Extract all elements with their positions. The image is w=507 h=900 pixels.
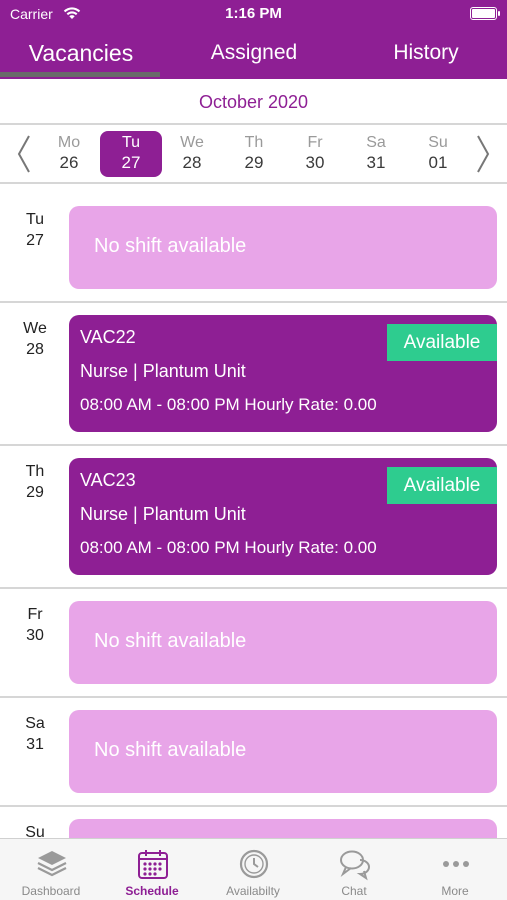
- status-badge: Available: [387, 324, 497, 361]
- row-day-num: 31: [26, 736, 44, 753]
- calendar-icon: [136, 847, 170, 881]
- week-day-name: Su: [428, 134, 448, 151]
- divider: [0, 301, 507, 303]
- week-day-name: We: [180, 134, 204, 151]
- no-shift-text: No shift available: [94, 235, 247, 257]
- row-day-label: Tu 27: [18, 209, 52, 251]
- divider: [0, 696, 507, 698]
- nav-dashboard[interactable]: Dashboard: [1, 839, 101, 900]
- nav-label: Dashboard: [21, 884, 81, 898]
- tab-assigned[interactable]: Assigned: [168, 30, 340, 79]
- week-day-date: 01: [428, 153, 448, 172]
- row-day-num: 27: [26, 232, 44, 249]
- vacancy-role: Nurse | Plantum Unit: [80, 361, 246, 381]
- row-day-label: We 28: [18, 318, 52, 360]
- row-day-name: Tu: [25, 211, 45, 228]
- row-day-label: Th 29: [18, 461, 52, 503]
- vacancy-card[interactable]: VAC23 Nurse | Plantum Unit 08:00 AM - 08…: [69, 458, 497, 575]
- no-shift-card[interactable]: No shift available: [69, 601, 497, 684]
- row-day-label: Sa 31: [18, 713, 52, 755]
- divider: [0, 805, 507, 807]
- status-badge: Available: [387, 467, 497, 504]
- week-day-mo[interactable]: Mo 26: [38, 131, 100, 177]
- week-day-fr[interactable]: Fr 30: [284, 131, 346, 177]
- vacancy-time: 08:00 AM - 08:00 PM Hourly Rate: 0.00: [80, 395, 377, 414]
- no-shift-text: No shift available: [94, 630, 247, 652]
- nav-chat[interactable]: Chat: [304, 839, 404, 900]
- week-day-name: Fr: [307, 134, 323, 151]
- row-day-name: Fr: [27, 606, 43, 623]
- week-day-date: 26: [59, 153, 79, 172]
- active-tab-indicator: [0, 72, 160, 77]
- week-day-date: 29: [244, 153, 264, 172]
- nav-label: Availabilty: [226, 884, 280, 898]
- nav-availability[interactable]: Availabilty: [203, 839, 303, 900]
- battery-icon: [470, 7, 500, 20]
- row-day-name: Sa: [25, 715, 45, 732]
- vacancy-time: 08:00 AM - 08:00 PM Hourly Rate: 0.00: [80, 538, 377, 557]
- week-day-tu-selected[interactable]: Tu 27: [100, 131, 162, 177]
- nav-label: More: [441, 884, 469, 898]
- nav-label: Schedule: [125, 884, 179, 898]
- row-day-num: 28: [26, 341, 44, 358]
- more-icon: [439, 847, 473, 881]
- divider: [0, 587, 507, 589]
- row-day-num: 30: [26, 627, 44, 644]
- week-day-name: Mo: [57, 134, 81, 151]
- month-label: October 2020: [198, 92, 309, 112]
- next-week-button[interactable]: [473, 132, 493, 176]
- nav-label: Chat: [341, 884, 367, 898]
- week-day-th[interactable]: Th 29: [223, 131, 285, 177]
- week-day-sa[interactable]: Sa 31: [345, 131, 407, 177]
- prev-week-button[interactable]: [14, 132, 34, 176]
- week-day-su[interactable]: Su 01: [407, 131, 469, 177]
- week-day-we[interactable]: We 28: [161, 131, 223, 177]
- status-bar: Carrier 1:16 PM: [0, 0, 507, 28]
- week-day-name: Tu: [121, 134, 141, 151]
- nav-schedule[interactable]: Schedule: [102, 839, 202, 900]
- divider: [0, 123, 507, 125]
- clock-icon: [237, 847, 271, 881]
- header: Carrier 1:16 PM Vacancies Assigned Histo…: [0, 0, 507, 79]
- row-day-label: Fr 30: [18, 604, 52, 646]
- tab-history[interactable]: History: [345, 30, 507, 79]
- row-day-name: We: [23, 320, 47, 337]
- row-day-num: 29: [26, 484, 44, 501]
- row-day-name: Th: [25, 463, 45, 480]
- week-day-date: 31: [366, 153, 386, 172]
- divider: [0, 182, 507, 184]
- week-day-name: Th: [244, 134, 264, 151]
- week-day-date: 27: [121, 153, 141, 172]
- vacancy-code: VAC23: [80, 470, 136, 490]
- vacancy-code: VAC22: [80, 327, 136, 347]
- vacancy-card[interactable]: VAC22 Nurse | Plantum Unit 08:00 AM - 08…: [69, 315, 497, 432]
- chat-icon: [338, 847, 372, 881]
- no-shift-card[interactable]: No shift available: [69, 710, 497, 793]
- divider: [0, 444, 507, 446]
- status-time: 1:16 PM: [225, 5, 282, 22]
- vacancy-role: Nurse | Plantum Unit: [80, 504, 246, 524]
- no-shift-card[interactable]: No shift available: [69, 206, 497, 289]
- no-shift-text: No shift available: [94, 739, 247, 761]
- layers-icon: [35, 847, 69, 881]
- week-day-date: 28: [182, 153, 202, 172]
- nav-more[interactable]: More: [405, 839, 505, 900]
- week-day-date: 30: [305, 153, 325, 172]
- week-day-name: Sa: [366, 134, 386, 151]
- bottom-tab-bar: Dashboard Schedule Availabilty Chat More: [0, 838, 507, 900]
